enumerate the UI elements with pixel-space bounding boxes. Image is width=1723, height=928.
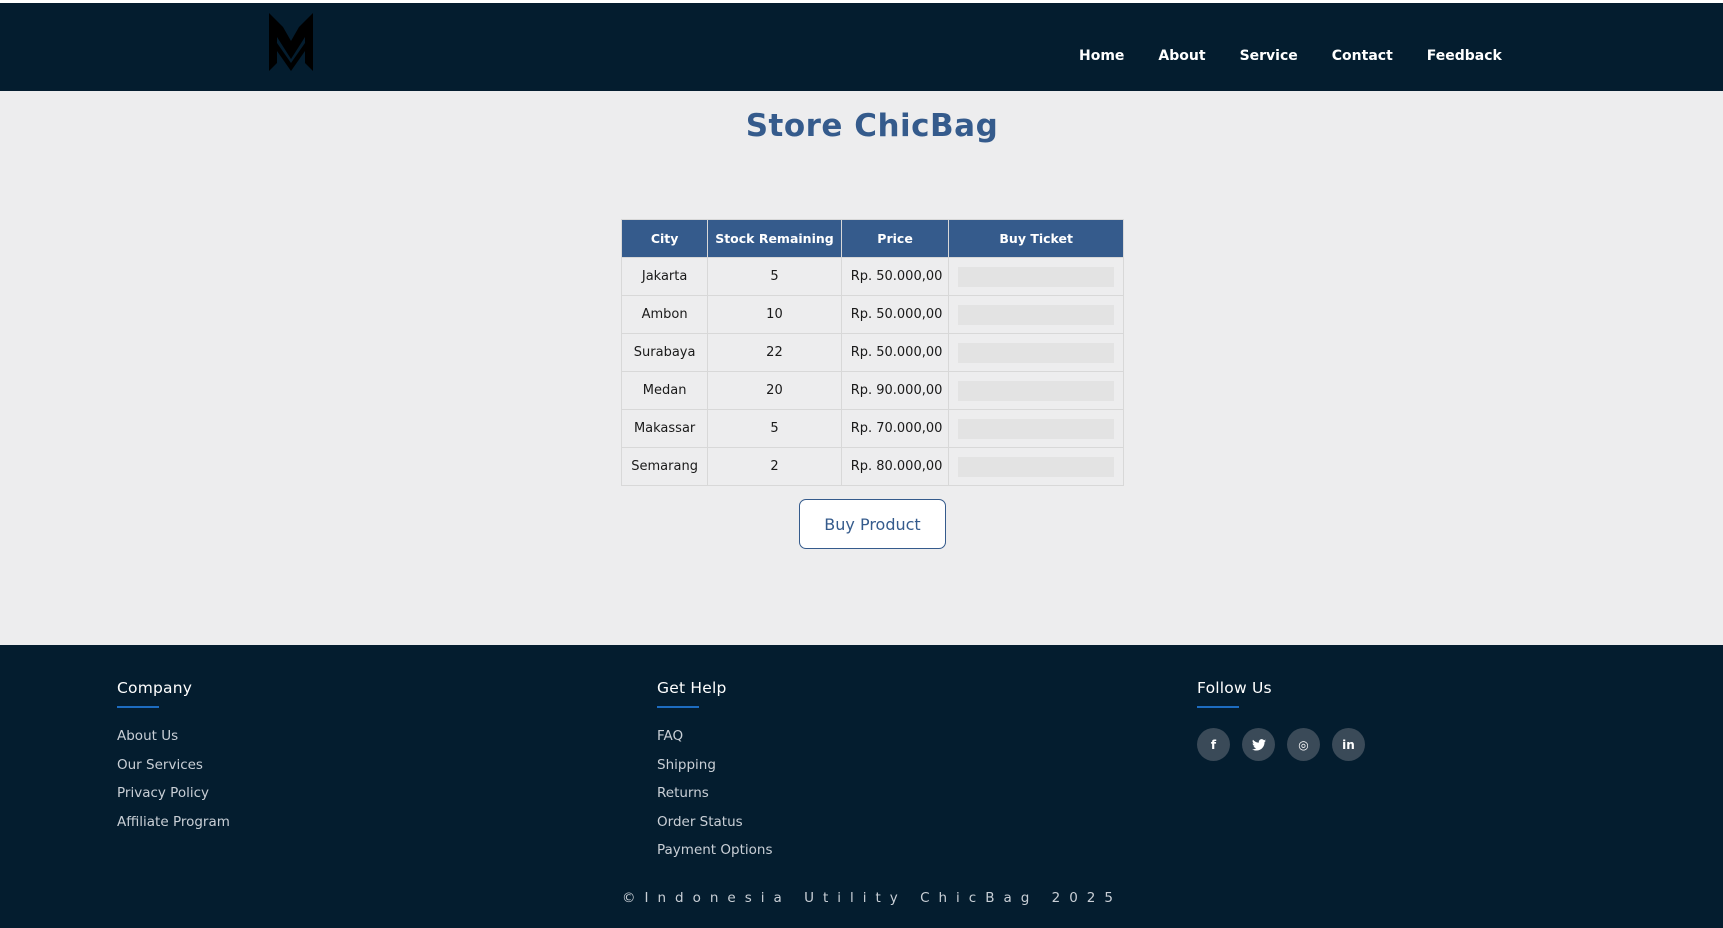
- ticket-quantity-input[interactable]: [958, 380, 1115, 401]
- title-underline: [1197, 706, 1239, 708]
- nav-contact-link[interactable]: Contact: [1332, 47, 1393, 65]
- footer-link-affiliate-program[interactable]: Affiliate Program: [117, 814, 230, 843]
- ticket-quantity-input[interactable]: [958, 456, 1115, 477]
- title-underline: [117, 706, 159, 708]
- city-cell: Jakarta: [620, 257, 709, 296]
- header-stock-remaining: Stock Remaining: [707, 219, 842, 258]
- nav-service-link[interactable]: Service: [1240, 47, 1298, 65]
- price-cell: Rp. 90.000,00: [840, 371, 950, 410]
- price-cell: Rp. 50.000,00: [840, 295, 950, 334]
- price-cell: Rp. 50.000,00: [840, 257, 950, 296]
- footer-company-title: Company: [117, 679, 193, 697]
- nav-about-link[interactable]: About: [1158, 47, 1205, 65]
- city-cell: Medan: [620, 371, 709, 410]
- footer-company-column: Company About Us Our Services Privacy Po…: [117, 679, 230, 842]
- table-row: Semarang 2 Rp. 80.000,00: [620, 447, 1124, 486]
- footer-link-privacy-policy[interactable]: Privacy Policy: [117, 785, 230, 814]
- footer-follow-column: Follow Us f ◎ in: [1197, 679, 1365, 761]
- price-cell: Rp. 70.000,00: [840, 409, 950, 448]
- buy-ticket-cell: [948, 295, 1124, 334]
- buy-ticket-cell: [948, 333, 1124, 372]
- footer-link-shipping[interactable]: Shipping: [657, 757, 772, 786]
- table-row: Ambon 10 Rp. 50.000,00: [620, 295, 1124, 334]
- stock-cell: 10: [707, 295, 842, 334]
- footer-link-returns[interactable]: Returns: [657, 785, 772, 814]
- city-cell: Semarang: [620, 447, 709, 486]
- stock-cell: 22: [707, 333, 842, 372]
- main-content: Store ChicBag City Stock Remaining Price…: [0, 91, 1723, 645]
- nav-feedback-link[interactable]: Feedback: [1427, 47, 1502, 65]
- table-row: Medan 20 Rp. 90.000,00: [620, 371, 1124, 410]
- ticket-quantity-input[interactable]: [958, 266, 1115, 287]
- site-header: Home About Service Contact Feedback: [0, 0, 1723, 91]
- stock-cell: 5: [707, 257, 842, 296]
- buy-ticket-cell: [948, 447, 1124, 486]
- buy-ticket-cell: [948, 409, 1124, 448]
- price-cell: Rp. 50.000,00: [840, 333, 950, 372]
- footer-follow-title: Follow Us: [1197, 679, 1272, 697]
- stock-cell: 2: [707, 447, 842, 486]
- header-price: Price: [840, 219, 950, 258]
- nav-home-link[interactable]: Home: [1079, 47, 1124, 65]
- table-row: Jakarta 5 Rp. 50.000,00: [620, 257, 1124, 296]
- ticket-quantity-input[interactable]: [958, 342, 1115, 363]
- stock-cell: 20: [707, 371, 842, 410]
- header-buy-ticket: Buy Ticket: [948, 219, 1124, 258]
- footer-link-payment-options[interactable]: Payment Options: [657, 842, 772, 871]
- city-cell: Makassar: [620, 409, 709, 448]
- page-title: Store ChicBag: [745, 108, 999, 144]
- linkedin-icon[interactable]: in: [1332, 728, 1365, 761]
- header-city: City: [620, 219, 709, 258]
- city-cell: Surabaya: [620, 333, 709, 372]
- copyright-text: ©Indonesia Utility ChicBag 2025: [622, 890, 1122, 906]
- buy-product-button[interactable]: Buy Product: [799, 499, 946, 549]
- footer-help-column: Get Help FAQ Shipping Returns Order Stat…: [657, 679, 772, 871]
- price-cell: Rp. 80.000,00: [840, 447, 950, 486]
- ticket-quantity-input[interactable]: [958, 418, 1115, 439]
- facebook-icon[interactable]: f: [1197, 728, 1230, 761]
- footer-help-title: Get Help: [657, 679, 727, 697]
- footer-link-our-services[interactable]: Our Services: [117, 757, 230, 786]
- buy-ticket-cell: [948, 257, 1124, 296]
- table-header-row: City Stock Remaining Price Buy Ticket: [620, 219, 1124, 258]
- site-footer: Company About Us Our Services Privacy Po…: [0, 645, 1723, 928]
- brand-logo-icon[interactable]: [269, 13, 313, 73]
- table-row: Makassar 5 Rp. 70.000,00: [620, 409, 1124, 448]
- title-underline: [657, 706, 699, 708]
- twitter-bird-icon: [1251, 738, 1266, 751]
- table-row: Surabaya 22 Rp. 50.000,00: [620, 333, 1124, 372]
- footer-link-about-us[interactable]: About Us: [117, 728, 230, 757]
- main-nav: Home About Service Contact Feedback: [1079, 47, 1536, 65]
- stock-table: City Stock Remaining Price Buy Ticket Ja…: [620, 219, 1124, 486]
- social-links: f ◎ in: [1197, 728, 1365, 761]
- city-cell: Ambon: [620, 295, 709, 334]
- footer-link-order-status[interactable]: Order Status: [657, 814, 772, 843]
- footer-link-faq[interactable]: FAQ: [657, 728, 772, 757]
- buy-ticket-cell: [948, 371, 1124, 410]
- ticket-quantity-input[interactable]: [958, 304, 1115, 325]
- stock-cell: 5: [707, 409, 842, 448]
- twitter-icon[interactable]: [1242, 728, 1275, 761]
- instagram-icon[interactable]: ◎: [1287, 728, 1320, 761]
